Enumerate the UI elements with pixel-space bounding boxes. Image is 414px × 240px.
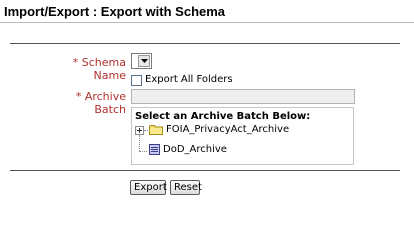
tree-heading: Select an Archive Batch Below: bbox=[135, 111, 311, 122]
tree-node-label: DoD_Archive bbox=[163, 144, 227, 155]
schema-name-label-text: Schema Name bbox=[81, 56, 126, 82]
tree-node-label: FOIA_PrivacyAct_Archive bbox=[166, 124, 290, 135]
required-marker: * bbox=[75, 90, 82, 103]
archive-batch-tree: Select an Archive Batch Below: FOIA_Priv… bbox=[131, 107, 354, 165]
required-marker: * bbox=[72, 56, 79, 69]
schema-name-select[interactable] bbox=[131, 53, 152, 69]
page-title: Import/Export : Export with Schema bbox=[4, 4, 226, 19]
export-all-folders-label: Export All Folders bbox=[145, 74, 233, 85]
form-bottom-divider bbox=[10, 170, 400, 171]
expand-plus-icon[interactable] bbox=[135, 126, 144, 135]
chevron-down-icon[interactable] bbox=[138, 55, 150, 67]
reset-button[interactable]: Reset bbox=[170, 180, 202, 195]
archive-batch-label: * Archive Batch bbox=[52, 90, 126, 116]
title-divider bbox=[0, 22, 414, 23]
folder-icon bbox=[149, 125, 163, 135]
tree-connector bbox=[139, 151, 147, 152]
archive-batch-label-text: Archive Batch bbox=[84, 90, 126, 116]
export-all-folders-checkbox[interactable] bbox=[131, 75, 142, 86]
form-top-divider bbox=[10, 43, 400, 44]
schema-name-label: * Schema Name bbox=[60, 56, 126, 82]
archive-icon bbox=[149, 144, 160, 155]
archive-batch-field[interactable] bbox=[131, 89, 355, 104]
tree-connector bbox=[139, 135, 140, 151]
export-button[interactable]: Export bbox=[130, 180, 167, 195]
tree-node-foia[interactable]: FOIA_PrivacyAct_Archive bbox=[149, 124, 289, 135]
tree-node-dod[interactable]: DoD_Archive bbox=[149, 144, 227, 155]
tree-connector bbox=[144, 130, 148, 131]
